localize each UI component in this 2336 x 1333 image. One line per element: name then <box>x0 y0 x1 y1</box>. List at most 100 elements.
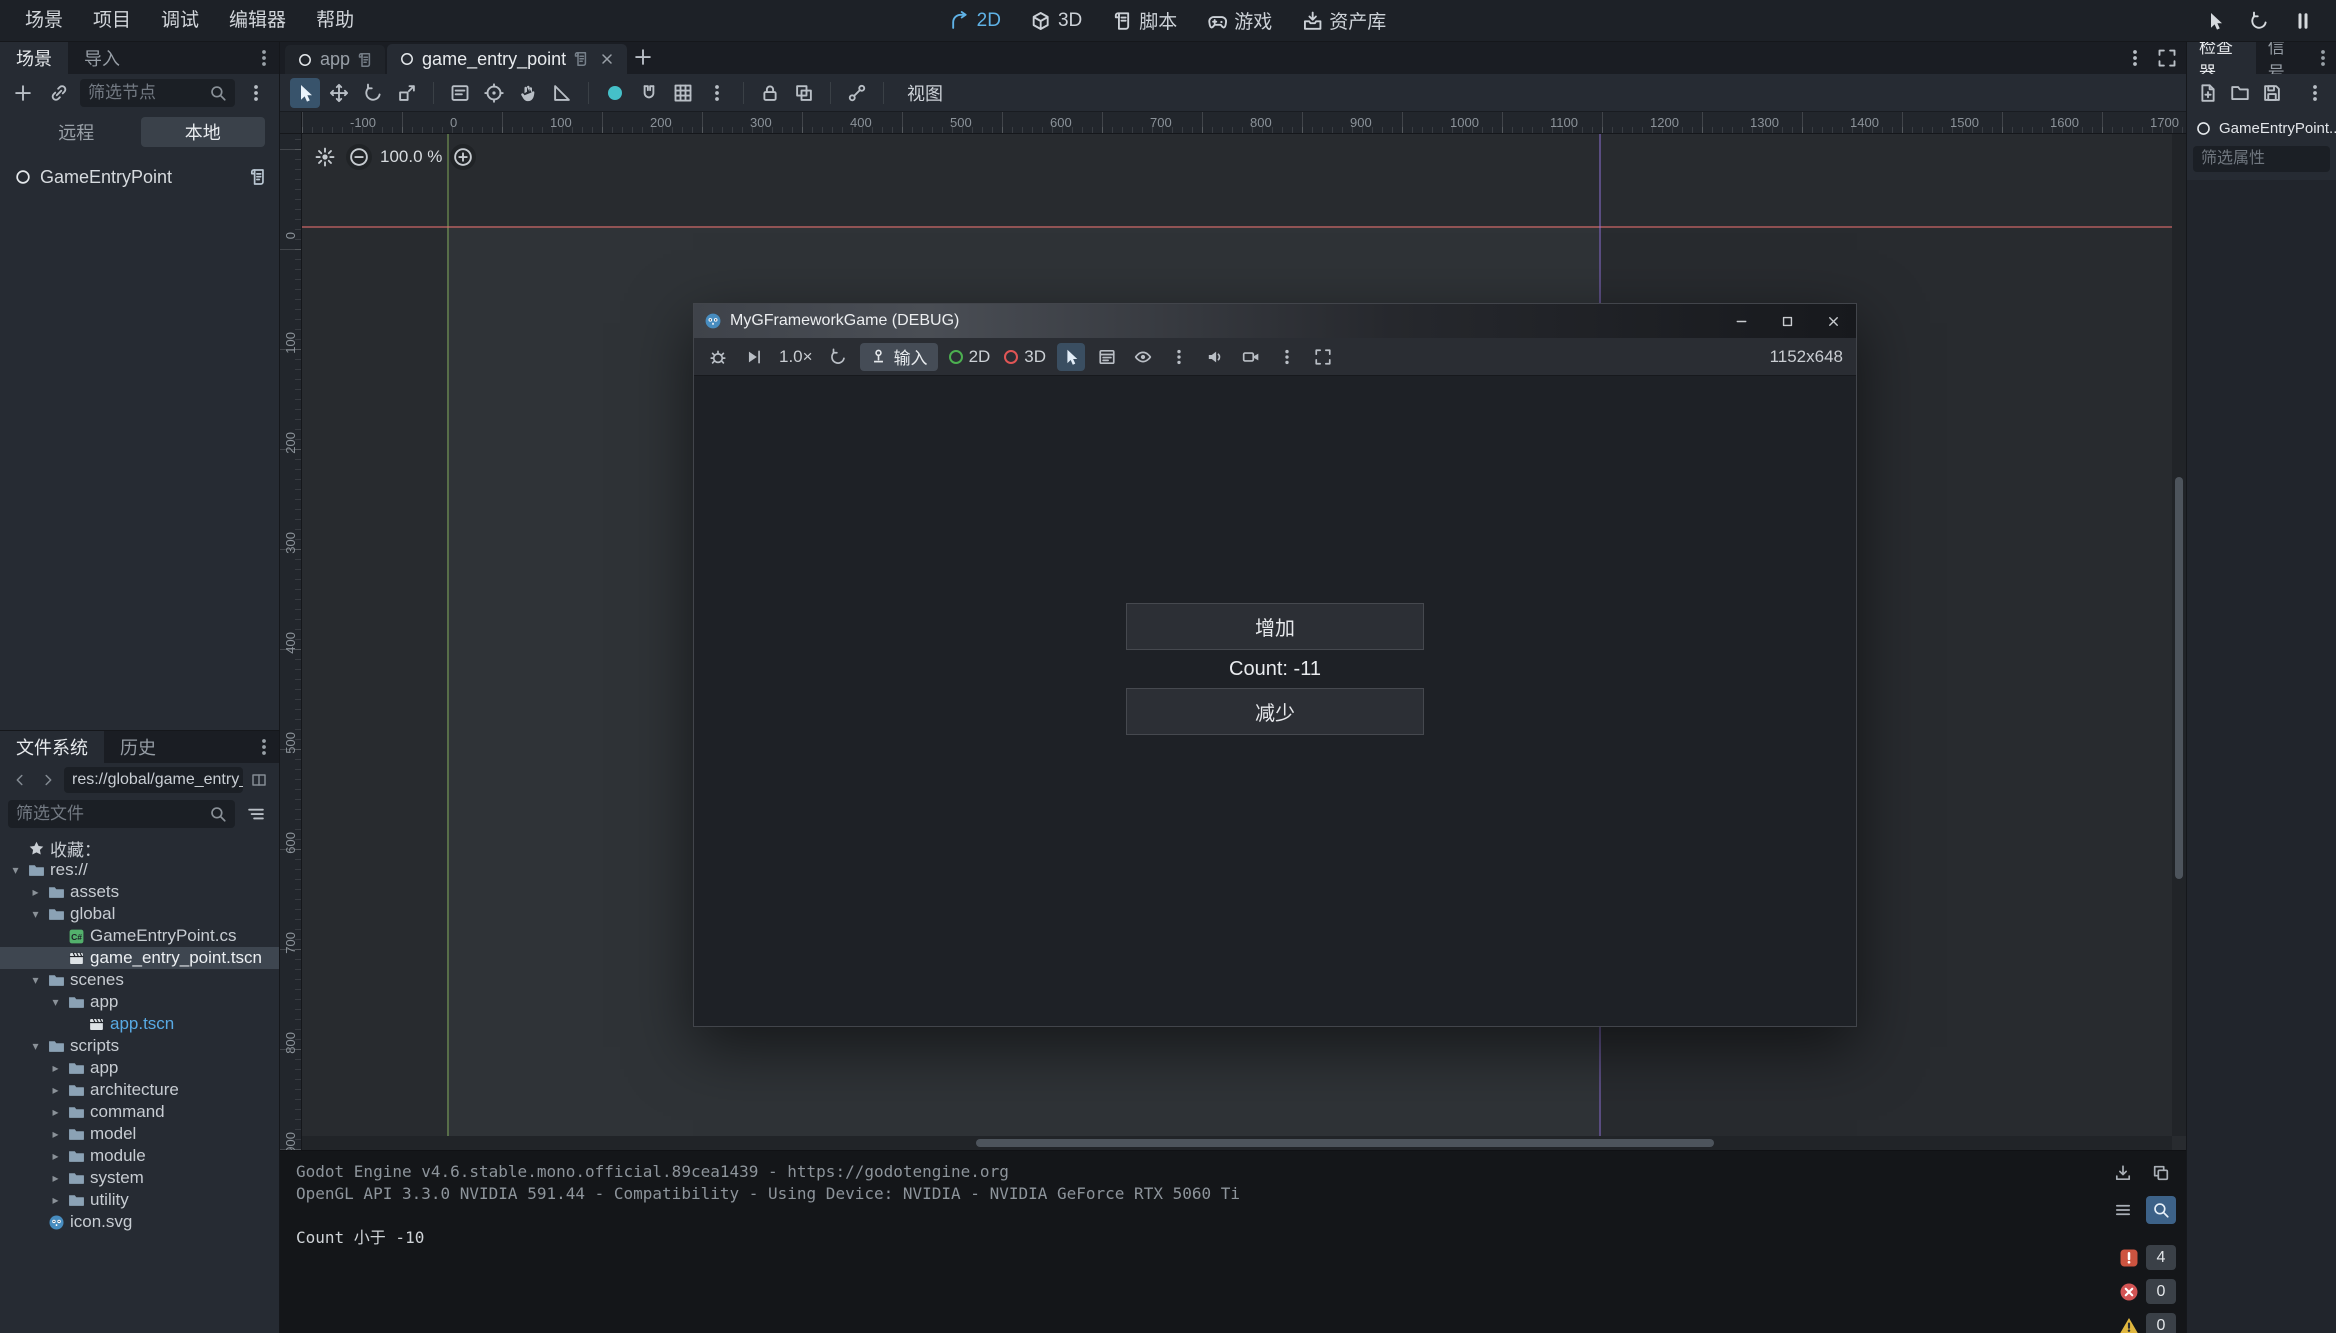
errors-count-button[interactable]: 0 <box>2119 1279 2176 1304</box>
fs-item[interactable]: ▸architecture <box>0 1079 279 1101</box>
select-tool-button[interactable] <box>290 78 320 108</box>
fs-item[interactable]: icon.svg <box>0 1211 279 1233</box>
scene-tab-app[interactable]: app <box>285 45 385 74</box>
fs-sort-button[interactable] <box>241 799 271 829</box>
fs-item[interactable]: ▸model <box>0 1123 279 1145</box>
expander-icon[interactable]: ▸ <box>48 1061 63 1075</box>
filter-messages-button[interactable] <box>2108 1196 2138 1224</box>
inspector-menu-button[interactable] <box>2300 78 2330 108</box>
save-resource-button[interactable] <box>2257 78 2287 108</box>
expander-icon[interactable]: ▾ <box>8 863 23 877</box>
expander-icon[interactable]: ▸ <box>28 885 43 899</box>
vertical-scrollbar-thumb[interactable] <box>2175 477 2183 879</box>
workspace-script-button[interactable]: 脚本 <box>1112 7 1177 34</box>
game-window-titlebar[interactable]: MyGFrameworkGame (DEBUG) <box>694 304 1856 338</box>
mode-2d-button[interactable]: 2D <box>946 347 994 367</box>
copy-log-button[interactable] <box>2146 1159 2176 1187</box>
snap-grid-toggle[interactable] <box>668 78 698 108</box>
lock-node-button[interactable] <box>755 78 785 108</box>
group-node-button[interactable] <box>789 78 819 108</box>
next-frame-button[interactable] <box>740 343 768 371</box>
viewport-snap-button[interactable] <box>312 144 338 170</box>
snap-options-button[interactable] <box>702 78 732 108</box>
expander-icon[interactable]: ▾ <box>48 995 63 1009</box>
local-tab-button[interactable]: 本地 <box>141 117 266 147</box>
input-mode-button[interactable]: 输入 <box>860 343 938 371</box>
tab-scene[interactable]: 场景 <box>0 42 68 74</box>
skeleton-menu-button[interactable] <box>842 78 872 108</box>
fs-item[interactable]: ▾scripts <box>0 1035 279 1057</box>
move-tool-button[interactable] <box>324 78 354 108</box>
tab-history[interactable]: 历史 <box>104 731 172 763</box>
fs-item[interactable]: 收藏： <box>0 837 279 859</box>
scene-tab-game_entry_point[interactable]: game_entry_point <box>387 44 627 74</box>
decrease-button[interactable]: 减少 <box>1126 688 1424 735</box>
warnings-count-button[interactable]: 0 <box>2119 1313 2176 1333</box>
scene-toolbar-menu-button[interactable] <box>241 78 271 108</box>
fs-forward-button[interactable] <box>36 767 60 793</box>
fs-item[interactable]: app.tscn <box>0 1013 279 1035</box>
fs-item[interactable]: ▾scenes <box>0 969 279 991</box>
pivot-tool-button[interactable] <box>479 78 509 108</box>
expander-icon[interactable]: ▾ <box>28 1039 43 1053</box>
search-log-button[interactable] <box>2146 1196 2176 1224</box>
open-script-button[interactable] <box>243 162 273 192</box>
node-list-button[interactable] <box>1093 343 1121 371</box>
fs-current-path[interactable]: res://global/game_entry_p <box>64 767 243 793</box>
fs-item[interactable]: ▸utility <box>0 1189 279 1211</box>
mode-3d-button[interactable]: 3D <box>1001 347 1049 367</box>
grid-snap-toggle[interactable] <box>634 78 664 108</box>
workspace-2d-button[interactable]: 2D <box>950 10 1001 32</box>
scene-node-GameEntryPoint[interactable]: GameEntryPoint <box>0 160 279 194</box>
menu-editor[interactable]: 编辑器 <box>214 6 301 36</box>
tab-filesystem[interactable]: 文件系统 <box>0 731 104 763</box>
game-minimize-button[interactable] <box>1718 304 1764 338</box>
zoom-level-button[interactable]: 100.0 % <box>380 147 442 167</box>
fs-item[interactable]: C#GameEntryPoint.cs <box>0 925 279 947</box>
fs-item[interactable]: ▸command <box>0 1101 279 1123</box>
expander-icon[interactable]: ▾ <box>28 907 43 921</box>
embed-fullscreen-button[interactable] <box>1309 343 1337 371</box>
instance-scene-button[interactable] <box>44 78 74 108</box>
menu-project[interactable]: 项目 <box>78 6 146 36</box>
canvas-2d[interactable]: 100.0 % MyGFrameworkGame (DEBUG) 1.0×输入2… <box>302 134 2186 1150</box>
camera-options-button[interactable] <box>1273 343 1301 371</box>
fs-item[interactable]: ▸app <box>0 1057 279 1079</box>
expander-icon[interactable]: ▸ <box>48 1149 63 1163</box>
vertical-scrollbar[interactable] <box>2172 134 2186 1136</box>
debugger-issues-button[interactable]: 4 <box>2119 1245 2176 1270</box>
workspace-3d-button[interactable]: 3D <box>1031 10 1082 32</box>
expander-icon[interactable]: ▸ <box>48 1127 63 1141</box>
fs-item[interactable]: ▾res:// <box>0 859 279 881</box>
run-restart-button[interactable] <box>2244 6 2274 36</box>
smart-snap-toggle[interactable] <box>600 78 630 108</box>
fs-filter-input[interactable] <box>16 804 203 824</box>
menu-help[interactable]: 帮助 <box>301 6 369 36</box>
fs-item[interactable]: ▾global <box>0 903 279 925</box>
increase-button[interactable]: 增加 <box>1126 603 1424 650</box>
tab-import[interactable]: 导入 <box>68 42 136 74</box>
expander-icon[interactable]: ▸ <box>48 1083 63 1097</box>
expander-icon[interactable]: ▸ <box>48 1171 63 1185</box>
remote-tab-button[interactable]: 远程 <box>14 117 139 147</box>
restart-game-button[interactable] <box>824 343 852 371</box>
expander-icon[interactable]: ▾ <box>28 973 43 987</box>
fs-item[interactable]: ▸assets <box>0 881 279 903</box>
expander-icon[interactable]: ▸ <box>48 1193 63 1207</box>
zoom-out-button[interactable] <box>346 144 372 170</box>
fs-item[interactable]: ▾app <box>0 991 279 1013</box>
workspace-game-button[interactable]: 游戏 <box>1207 7 1272 34</box>
zoom-in-button[interactable] <box>450 144 476 170</box>
close-tab-button[interactable] <box>599 51 615 67</box>
new-scene-tab-button[interactable] <box>628 42 658 72</box>
inspector-dock-menu-button[interactable] <box>2310 42 2336 74</box>
new-resource-button[interactable] <box>2193 78 2223 108</box>
save-log-button[interactable] <box>2108 1159 2138 1187</box>
rotate-tool-button[interactable] <box>358 78 388 108</box>
horizontal-scrollbar-thumb[interactable] <box>976 1139 1714 1147</box>
workspace-assetlib-button[interactable]: 资产库 <box>1302 7 1386 34</box>
add-node-button[interactable] <box>8 78 38 108</box>
run-pause-button[interactable] <box>2288 6 2318 36</box>
game-maximize-button[interactable] <box>1764 304 1810 338</box>
fs-item[interactable]: ▸system <box>0 1167 279 1189</box>
